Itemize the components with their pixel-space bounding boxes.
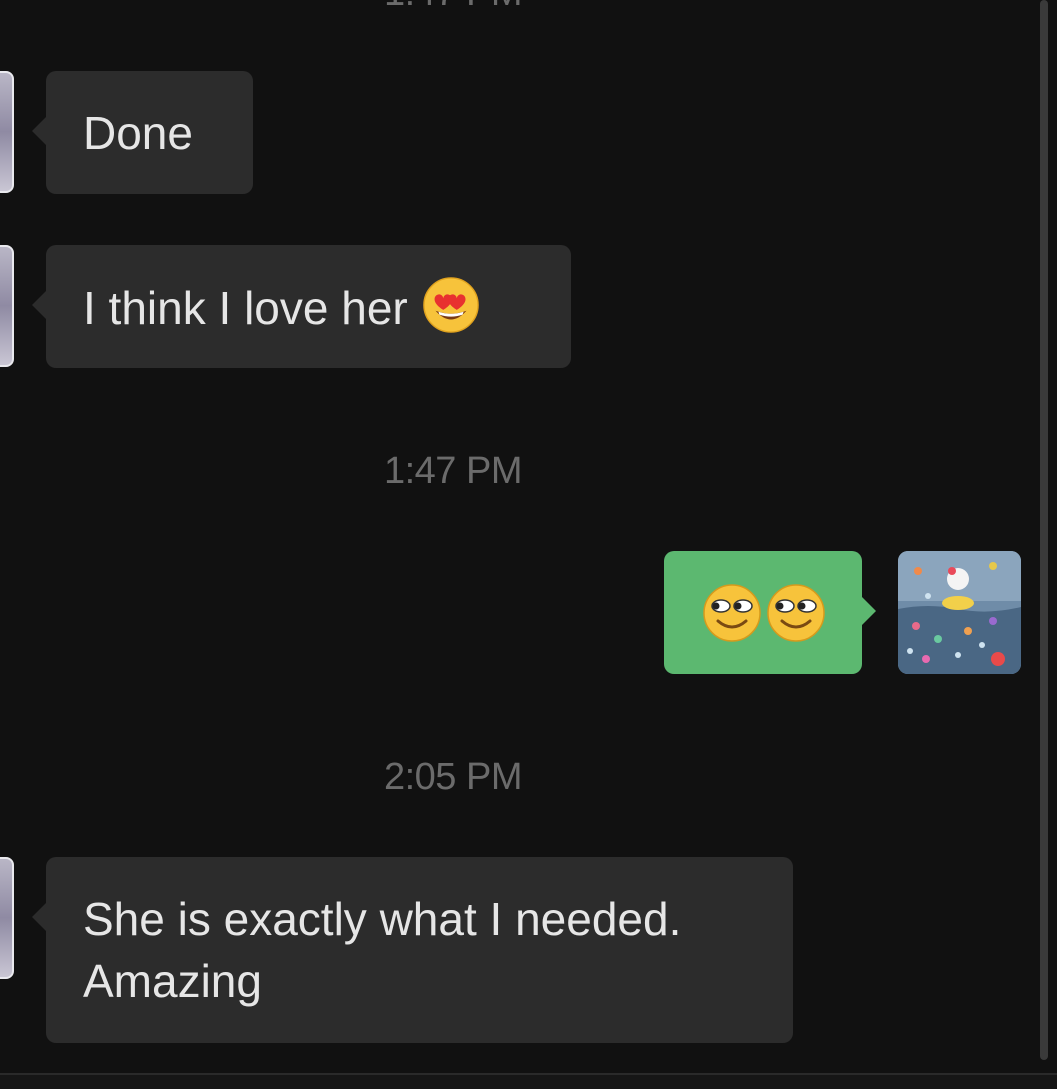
message-bubble-incoming[interactable]: Done [32,71,253,194]
scrollbar[interactable] [1040,0,1048,1060]
smirk-emoji-icon [767,584,825,642]
message-bubble-outgoing[interactable] [664,551,876,674]
message-text: Done [83,107,193,159]
message-bubble-incoming[interactable]: She is exactly what I needed. Amazing [32,857,793,1043]
message-text: I think I love her [83,282,408,334]
timestamp: 1:47 PM [383,450,523,492]
message-text-line1: She is exactly what I needed. [83,893,682,945]
user-avatar[interactable] [898,551,1021,674]
contact-avatar[interactable] [0,857,14,979]
timestamp: 1:47 PM [0,0,906,15]
contact-avatar[interactable] [0,245,14,367]
contact-avatar[interactable] [0,71,14,193]
avatar-image [898,551,1021,674]
chat-screen: 1:47 PM Done I think I love her 1:47 PM [0,0,1057,1089]
heart-eyes-emoji-icon [422,277,479,333]
message-text-line2: Amazing [83,955,262,1007]
smirk-emoji-icon [703,584,761,642]
input-bar-edge [0,1075,1057,1089]
timestamp: 2:05 PM [383,756,523,798]
message-bubble-incoming[interactable]: I think I love her [32,245,571,368]
